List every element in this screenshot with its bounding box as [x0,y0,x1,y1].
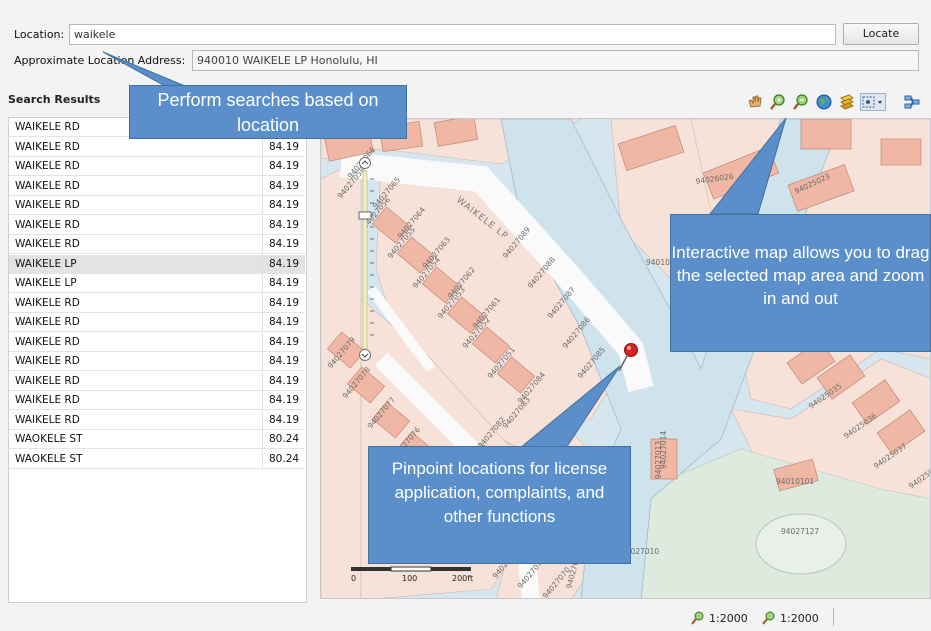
parcel-label: 94027014 [659,431,668,469]
result-street: WAIKELE RD [15,179,80,192]
result-score: 84.19 [269,316,300,328]
parcel-label: 94027127 [781,527,819,536]
scale-label-0: 0 [351,574,356,583]
globe-icon[interactable] [815,93,833,111]
result-score: 84.19 [269,140,300,153]
map-scale-1: 1:2000 [709,612,748,625]
scale-label-200: 200ft [452,574,473,583]
result-street: WAIKELE RD [15,140,80,153]
result-street: WAIKELE RD [15,316,80,328]
result-score: 84.19 [269,218,300,231]
result-street: WAIKELE RD [15,121,80,133]
result-score: 84.19 [269,277,300,289]
result-row[interactable]: WAIKELE RD 84.19 [9,137,305,157]
result-street: WAIKELE RD [15,160,80,172]
result-street: WAIKELE LP [15,277,77,289]
search-results-list[interactable]: WAIKELE RD84.19WAIKELE RD84.19WAIKELE RD… [8,117,307,603]
result-score: 84.19 [269,374,300,387]
result-street: WAIKELE LP [15,257,77,270]
callout-map: Interactive map allows you to drag the s… [670,214,931,352]
result-street: WAOKELE ST [15,452,83,465]
result-street: WAOKELE ST [15,433,83,445]
result-street: WAIKELE RD [15,296,80,309]
result-row[interactable]: WAIKELE LP 84.19 [9,274,305,293]
layers-icon[interactable] [838,93,856,111]
result-score: 84.19 [269,413,300,426]
pan-hand-icon[interactable] [746,93,764,111]
result-row[interactable]: WAIKELE RD 84.19 [9,313,305,332]
status-divider [833,608,834,626]
location-input[interactable]: waikele [69,24,836,45]
select-dropdown-icon[interactable] [860,93,886,111]
result-row[interactable]: WAIKELE LP 84.19 [9,254,305,274]
result-score: 84.19 [269,199,300,211]
result-row[interactable]: WAIKELE RD 84.19 [9,293,305,313]
result-score: 84.19 [269,394,300,406]
result-row[interactable]: WAOKELE ST 80.24 [9,449,305,469]
result-score: 84.19 [269,355,300,367]
result-score: 84.19 [269,238,300,250]
result-row[interactable]: WAIKELE RD 84.19 [9,332,305,352]
scale-zoom-icon [691,611,705,629]
result-street: WAIKELE RD [15,238,80,250]
result-street: WAIKELE RD [15,355,80,367]
approx-address-label: Approximate Location Address: [14,54,186,67]
result-row[interactable]: WAIKELE RD 84.19 [9,157,305,176]
result-score: 84.19 [269,335,300,348]
zoom-slider-thumb[interactable] [358,211,372,220]
result-row[interactable]: WAOKELE ST 80.24 [9,430,305,449]
search-results-title: Search Results [8,93,101,106]
result-row[interactable]: WAIKELE RD 84.19 [9,410,305,430]
result-street: WAIKELE RD [15,218,80,231]
result-row[interactable]: WAIKELE RD 84.19 [9,176,305,196]
callout-search: Perform searches based on location [129,85,407,139]
scale-label-100: 100 [402,574,417,583]
park-circle [755,513,847,575]
result-score: 80.24 [269,452,300,465]
location-label: Location: [14,28,65,41]
result-street: WAIKELE RD [15,374,80,387]
legend-icon[interactable] [903,93,921,111]
locate-button[interactable]: Locate [843,23,919,45]
scale-zoom-icon-2 [762,611,776,629]
result-score: 80.24 [269,433,300,445]
result-row[interactable]: WAIKELE RD 84.19 [9,215,305,235]
result-score: 84.19 [269,160,300,172]
map-scale-2: 1:2000 [780,612,819,625]
result-row[interactable]: WAIKELE RD 84.19 [9,391,305,410]
result-row[interactable]: WAIKELE RD 84.19 [9,371,305,391]
result-street: WAIKELE RD [15,394,80,406]
result-street: WAIKELE RD [15,199,80,211]
result-row[interactable]: WAIKELE RD 84.19 [9,235,305,254]
result-score: 84.19 [269,257,300,270]
zoom-out-icon[interactable] [792,93,810,111]
result-row[interactable]: WAIKELE RD 84.19 [9,352,305,371]
parcel-label: 94010101 [776,477,814,486]
result-street: WAIKELE RD [15,335,80,348]
result-row[interactable]: WAIKELE RD 84.19 [9,196,305,215]
result-score: 84.19 [269,296,300,309]
approx-address-field: 940010 WAIKELE LP Honolulu, HI [192,50,919,71]
callout-pin: Pinpoint locations for license applicati… [368,446,631,564]
zoom-in-icon[interactable] [769,93,787,111]
result-street: WAIKELE RD [15,413,80,426]
result-score: 84.19 [269,179,300,192]
